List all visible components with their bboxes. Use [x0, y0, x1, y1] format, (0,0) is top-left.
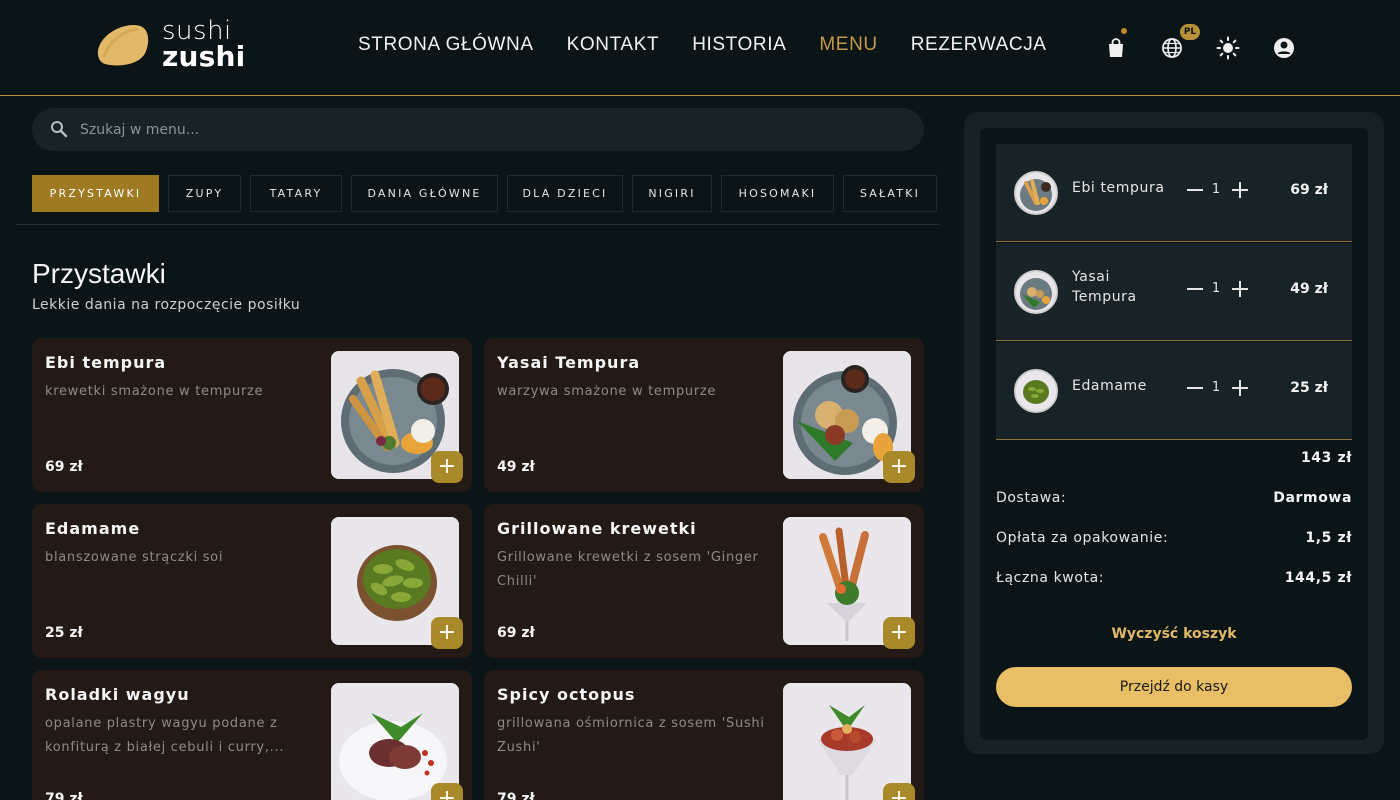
- menu-item-price: 69 zł: [497, 625, 535, 641]
- tab-dania-glowne[interactable]: DANIA GŁÓWNE: [351, 175, 498, 212]
- search-icon: [50, 120, 68, 142]
- add-to-cart-button[interactable]: +: [431, 617, 463, 649]
- tab-tatary[interactable]: TATARY: [250, 175, 342, 212]
- cart-delivery-row: Dostawa: Darmowa: [996, 490, 1352, 506]
- menu-item-price: 25 zł: [45, 625, 83, 641]
- cart-item-name: Yasai Tempura: [1072, 269, 1137, 305]
- clear-cart-button[interactable]: Wyczyść koszyk: [996, 626, 1352, 642]
- decrease-quantity-button[interactable]: [1186, 181, 1204, 199]
- decrease-quantity-button[interactable]: [1186, 280, 1204, 298]
- add-to-cart-button[interactable]: +: [883, 783, 915, 800]
- logo-mark-icon: [94, 21, 156, 67]
- cart-subtotal-row: 143 zł: [996, 450, 1352, 468]
- logo-text: sushi zushi: [162, 18, 246, 73]
- menu-item-price: 79 zł: [497, 791, 535, 800]
- site-header: sushi zushi STRONA GŁÓWNA KONTAKT HISTOR…: [0, 0, 1400, 96]
- menu-card[interactable]: Grillowane krewetki Grillowane krewetki …: [484, 504, 924, 658]
- logo[interactable]: sushi zushi: [94, 18, 246, 73]
- total-label: Łączna kwota:: [996, 570, 1105, 586]
- tab-salatki[interactable]: SAŁATKI: [843, 175, 937, 212]
- checkout-button[interactable]: Przejdź do kasy: [996, 667, 1352, 707]
- nav-historia[interactable]: HISTORIA: [692, 34, 786, 56]
- cart-item-name: Ebi tempura: [1072, 180, 1165, 196]
- logo-line2: zushi: [162, 40, 246, 73]
- menu-card[interactable]: Spicy octopus grillowana ośmiornica z so…: [484, 670, 924, 800]
- menu-card[interactable]: Roladki wagyu opalane plastry wagyu poda…: [32, 670, 472, 800]
- delivery-value: Darmowa: [1273, 490, 1352, 506]
- cart-item-price: 25 zł: [1290, 380, 1328, 396]
- header-icons: PL: [1104, 24, 1328, 60]
- tab-przystawki[interactable]: PRZYSTAWKI: [32, 175, 159, 212]
- nav-kontakt[interactable]: KONTAKT: [567, 34, 660, 56]
- shopping-bag-icon[interactable]: [1104, 28, 1128, 60]
- cart-subtotal-value: 143 zł: [1300, 450, 1352, 466]
- language-badge: PL: [1180, 24, 1200, 40]
- menu-item-description: krewetki smażone w tempurze: [45, 384, 264, 399]
- cart-item-name: Edamame: [1072, 378, 1147, 394]
- increase-quantity-button[interactable]: [1231, 379, 1249, 397]
- menu-item-name: Ebi tempura: [45, 353, 167, 372]
- globe-icon[interactable]: PL: [1160, 24, 1200, 60]
- menu-item-price: 69 zł: [45, 459, 83, 475]
- menu-item-description: blanszowane strączki soi: [45, 550, 224, 565]
- menu-item-description: opalane plastry wagyu podane z konfiturą…: [45, 716, 285, 755]
- menu-card[interactable]: Edamame blanszowane strączki soi 25 zł +: [32, 504, 472, 658]
- nav-strona-glowna[interactable]: STRONA GŁÓWNA: [358, 34, 534, 56]
- tab-zupy[interactable]: ZUPY: [168, 175, 241, 212]
- menu-item-price: 79 zł: [45, 791, 83, 800]
- nav-menu[interactable]: MENU: [819, 34, 877, 56]
- menu-item-name: Spicy octopus: [497, 685, 636, 704]
- tabs-divider: [16, 224, 940, 225]
- section-title: Przystawki: [32, 258, 166, 289]
- cart-item: Ebi tempura 1 69 zł: [996, 144, 1352, 242]
- menu-item-name: Yasai Tempura: [497, 353, 641, 372]
- tab-dla-dzieci[interactable]: DLA DZIECI: [507, 175, 623, 212]
- menu-item-name: Roladki wagyu: [45, 685, 190, 704]
- tab-nigiri[interactable]: NIGIRI: [632, 175, 712, 212]
- cart-item-image: [1014, 171, 1058, 215]
- cart-item-price: 69 zł: [1290, 182, 1328, 198]
- menu-item-name: Edamame: [45, 519, 141, 538]
- cart-item-quantity: 1: [1211, 182, 1221, 197]
- packaging-value: 1,5 zł: [1305, 530, 1352, 546]
- cart-item-quantity: 1: [1211, 281, 1221, 296]
- category-tabs: PRZYSTAWKI ZUPY TATARY DANIA GŁÓWNE DLA …: [32, 175, 937, 212]
- cart-indicator-dot: [1121, 28, 1127, 34]
- cart-item-quantity: 1: [1211, 380, 1221, 395]
- cart-item-image: [1014, 270, 1058, 314]
- cart-item: Edamame 1 25 zł: [996, 342, 1352, 440]
- increase-quantity-button[interactable]: [1231, 280, 1249, 298]
- add-to-cart-button[interactable]: +: [883, 617, 915, 649]
- menu-item-description: grillowana ośmiornica z sosem 'Sushi Zus…: [497, 716, 765, 755]
- section-subtitle: Lekkie dania na rozpoczęcie posiłku: [32, 297, 301, 313]
- add-to-cart-button[interactable]: +: [431, 783, 463, 800]
- cart-packaging-row: Opłata za opakowanie: 1,5 zł: [996, 530, 1352, 546]
- delivery-label: Dostawa:: [996, 490, 1067, 506]
- menu-item-description: Grillowane krewetki z sosem 'Ginger Chil…: [497, 550, 759, 589]
- total-value: 144,5 zł: [1284, 570, 1352, 586]
- menu-item-description: warzywa smażone w tempurze: [497, 384, 717, 399]
- cart-item-image: [1014, 369, 1058, 413]
- menu-item-name: Grillowane krewetki: [497, 519, 697, 538]
- main-nav: STRONA GŁÓWNA KONTAKT HISTORIA MENU REZE…: [358, 34, 1080, 56]
- menu-card[interactable]: Yasai Tempura warzywa smażone w tempurze…: [484, 338, 924, 492]
- cart-item-price: 49 zł: [1290, 281, 1328, 297]
- cart-item: Yasai Tempura 1 49 zł: [996, 243, 1352, 341]
- add-to-cart-button[interactable]: +: [883, 451, 915, 483]
- cart-total-row: Łączna kwota: 144,5 zł: [996, 570, 1352, 586]
- decrease-quantity-button[interactable]: [1186, 379, 1204, 397]
- menu-item-price: 49 zł: [497, 459, 535, 475]
- nav-rezerwacja[interactable]: REZERWACJA: [911, 34, 1047, 56]
- search-bar: [32, 108, 924, 151]
- increase-quantity-button[interactable]: [1231, 181, 1249, 199]
- search-input[interactable]: [80, 108, 880, 151]
- sun-icon[interactable]: [1216, 36, 1240, 60]
- user-circle-icon[interactable]: [1272, 36, 1296, 60]
- tab-hosomaki[interactable]: HOSOMAKI: [721, 175, 834, 212]
- add-to-cart-button[interactable]: +: [431, 451, 463, 483]
- menu-card[interactable]: Ebi tempura krewetki smażone w tempurze …: [32, 338, 472, 492]
- packaging-label: Opłata za opakowanie:: [996, 530, 1169, 546]
